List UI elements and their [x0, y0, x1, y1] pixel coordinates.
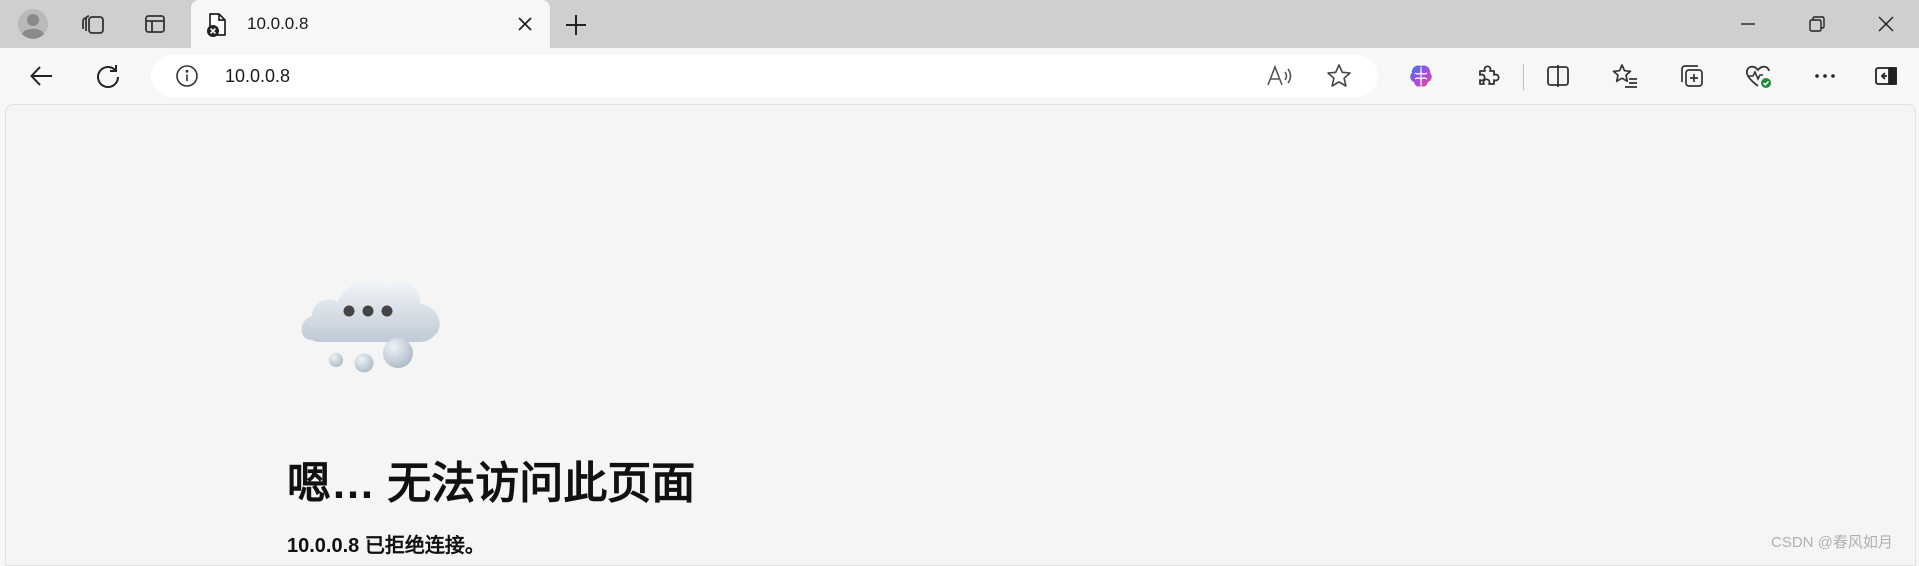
browser-essentials-button[interactable] [1741, 60, 1775, 92]
sidebar-toggle-button[interactable] [1869, 60, 1903, 92]
close-window-icon [1878, 16, 1894, 32]
tab-actions-button[interactable] [135, 5, 175, 43]
copilot-button[interactable] [1404, 60, 1438, 92]
heart-pulse-icon [1745, 65, 1771, 88]
restore-icon [1809, 16, 1825, 32]
puzzle-icon [1479, 65, 1500, 85]
minimize-icon [1741, 23, 1755, 25]
plus-icon[interactable] [560, 9, 592, 41]
error-heading: 嗯… 无法访问此页面 [287, 459, 696, 508]
collections-icon [1681, 65, 1703, 87]
back-arrow-icon [30, 66, 52, 86]
workspaces-button[interactable] [73, 5, 113, 43]
profile-avatar-icon [18, 9, 48, 39]
watermark: CSDN @春风如月 [1771, 534, 1893, 551]
refresh-icon [97, 65, 119, 88]
page-error-icon [207, 13, 226, 37]
more-button[interactable] [1808, 60, 1842, 92]
tab-strip: 10.0.0.8 [0, 0, 1919, 49]
star-icon[interactable] [1325, 63, 1353, 89]
address-bar[interactable]: 10.0.0.8 [151, 55, 1378, 97]
navigation-toolbar: 10.0.0.8 [0, 48, 1919, 104]
collections-button[interactable] [1675, 60, 1709, 92]
sidebar-toggle-icon [1875, 67, 1897, 85]
extensions-button[interactable] [1471, 60, 1505, 92]
workspaces-icon [82, 15, 104, 34]
back-button[interactable] [25, 60, 59, 92]
url-text[interactable]: 10.0.0.8 [225, 66, 290, 87]
toolbar-divider [1523, 64, 1524, 90]
more-icon [1815, 74, 1835, 78]
profile-button[interactable] [13, 5, 53, 43]
favorites-list-icon [1612, 64, 1637, 88]
close-window-button[interactable] [1869, 8, 1903, 40]
minimize-button[interactable] [1731, 8, 1765, 40]
info-icon[interactable] [175, 64, 199, 88]
cloud-illustration [301, 280, 440, 373]
error-message: 10.0.0.8 已拒绝连接。 [287, 535, 485, 557]
tab-title: 10.0.0.8 [247, 14, 309, 33]
split-screen-button[interactable] [1541, 60, 1575, 92]
active-tab[interactable]: 10.0.0.8 [191, 0, 550, 49]
split-screen-icon [1547, 65, 1569, 87]
favorites-button[interactable] [1608, 60, 1642, 92]
copilot-icon [1410, 65, 1432, 87]
read-aloud-icon[interactable] [1265, 63, 1295, 89]
close-icon[interactable] [513, 12, 537, 36]
vertical-tabs-icon [145, 15, 165, 33]
refresh-button[interactable] [91, 60, 125, 92]
restore-button[interactable] [1800, 8, 1834, 40]
